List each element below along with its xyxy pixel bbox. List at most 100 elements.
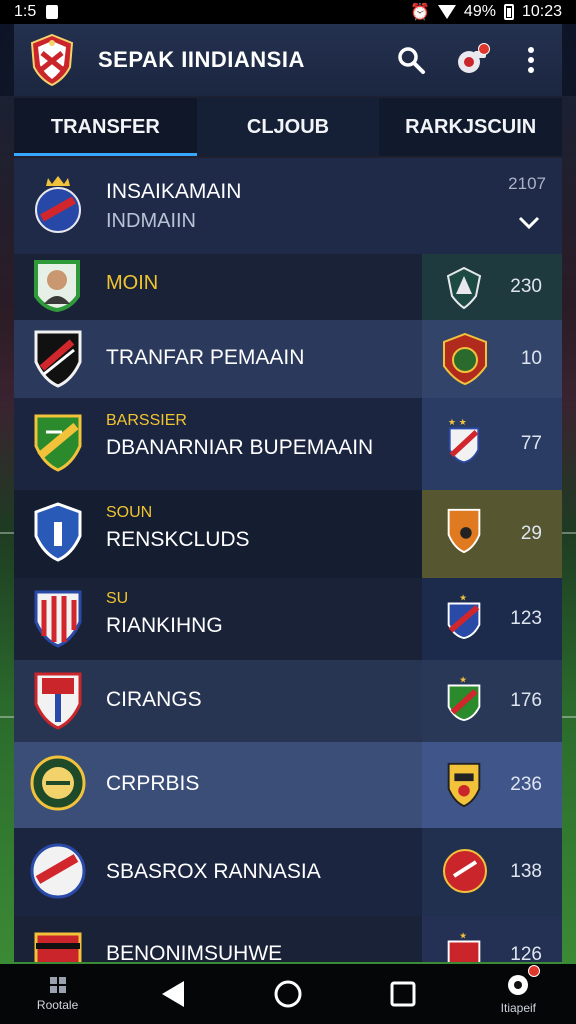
more-options-button[interactable] [514, 43, 548, 77]
item-value: 176 [510, 690, 542, 711]
svg-text:★ ★: ★ ★ [448, 418, 467, 428]
item-value: 230 [510, 276, 542, 297]
item-title: DBANARNIAR BUPEMAAIN [106, 436, 374, 459]
item-side: ★ 126 [422, 916, 562, 962]
search-icon [398, 47, 425, 74]
list-item[interactable]: SU RIANKIHNG ★ 123 [14, 578, 562, 660]
tab-bar: TRANSFER CLJOUB RARKJSCUIN [14, 98, 563, 156]
club-crest-icon [30, 843, 86, 899]
list-item[interactable]: CIRANGS ★ 176 [14, 660, 562, 742]
club-crest-icon [34, 502, 82, 562]
club-badge-icon [443, 849, 487, 893]
nav-home-grid-button[interactable]: Rootale [22, 976, 94, 1012]
club-badge-icon [447, 508, 481, 554]
item-label: SU [106, 590, 129, 607]
item-title: CRPRBIS [106, 772, 200, 795]
back-button[interactable] [137, 979, 209, 1009]
nav-notification-dot [528, 965, 541, 977]
home-button[interactable] [252, 979, 324, 1009]
tab-club[interactable]: CLJOUB [196, 98, 380, 156]
app-title: SEPAK IINDIANSIA [98, 47, 305, 72]
tab-ranking[interactable]: RARKJSCUIN [379, 98, 563, 156]
club-crest-icon [30, 755, 86, 811]
item-label: SOUN [106, 504, 153, 521]
item-value: 29 [520, 523, 542, 544]
app-logo-icon [30, 33, 74, 87]
chevron-down-icon[interactable] [518, 216, 540, 230]
club-badge-icon: ★ [447, 932, 481, 962]
list-item[interactable]: CRPRBIS 236 [14, 742, 562, 828]
recents-square-icon [390, 981, 416, 1007]
svg-text:★: ★ [459, 932, 467, 942]
recents-button[interactable] [367, 981, 439, 1007]
status-time: 1:5 [14, 3, 37, 20]
header-value: 2107 [508, 174, 546, 193]
item-value: 123 [510, 608, 542, 629]
club-badge-icon: ★ [447, 676, 481, 722]
item-side: 138 [422, 828, 562, 916]
app-bar: SEPAK IINDIANSIA [14, 24, 562, 96]
battery-icon [503, 4, 514, 20]
item-side: 230 [422, 254, 562, 320]
item-side: 10 [422, 320, 562, 398]
notification-dot [478, 43, 490, 55]
target-icon [508, 975, 529, 995]
item-side: ★ ★ 77 [422, 398, 562, 490]
item-title: RIANKIHNG [106, 614, 223, 637]
item-side: ★ 176 [422, 660, 562, 742]
header-subtitle: INDMAIIN [106, 210, 196, 232]
home-circle-icon [274, 980, 302, 1008]
wifi-icon [437, 5, 456, 19]
status-bar: 1:5 ⏰ 49% 10:23 [0, 0, 576, 24]
nav-right-caption: Itiapeif [500, 1001, 537, 1015]
item-label: MOIN [106, 272, 159, 294]
svg-text:★: ★ [459, 676, 467, 686]
item-value: 10 [520, 348, 542, 369]
item-title: CIRANGS [106, 688, 202, 711]
tab-transfer[interactable]: TRANSFER [14, 98, 197, 156]
alarm-icon: ⏰ [410, 4, 430, 21]
nav-profile-button[interactable]: Itiapeif [482, 965, 554, 1015]
list-item[interactable]: BENONIMSUHWE ★ 126 [14, 916, 562, 962]
list-item[interactable]: TRANFAR PEMAAIN 10 [14, 320, 562, 398]
back-triangle-icon [161, 981, 184, 1007]
search-button[interactable] [394, 43, 428, 77]
grid-icon [49, 977, 66, 993]
item-side: 29 [422, 490, 562, 578]
list-item[interactable]: SBASROX RANNASIA 138 [14, 828, 562, 916]
club-list: INSAIKAMAIN INDMAIIN 2107 MOIN 230 TRANF… [14, 158, 562, 962]
item-title: TRANFAR PEMAAIN [106, 346, 305, 369]
more-vertical-icon [528, 47, 534, 73]
club-badge-icon [443, 332, 487, 386]
notifications-button[interactable] [454, 43, 490, 77]
player-avatar-icon [34, 260, 80, 312]
battery-percent: 49% [463, 3, 496, 20]
club-badge-icon [447, 762, 481, 808]
status-clock: 10:23 [521, 3, 562, 20]
club-crest-icon [34, 414, 82, 472]
svg-text:★: ★ [459, 594, 467, 604]
nav-left-caption: Rootale [36, 998, 79, 1012]
item-value: 236 [510, 774, 542, 795]
item-value: 126 [510, 944, 542, 962]
item-value: 138 [510, 861, 542, 882]
header-title: INSAIKAMAIN [106, 180, 242, 203]
club-badge-icon: ★ [447, 594, 481, 640]
club-crest-icon [34, 590, 82, 648]
notification-icon [46, 5, 59, 19]
item-side: 236 [422, 742, 562, 828]
item-side: ★ 123 [422, 578, 562, 660]
item-label: BARSSIER [106, 412, 187, 429]
list-item[interactable]: SOUN RENSKCLUDS 29 [14, 490, 562, 578]
club-badge-icon [446, 266, 482, 310]
club-crest-icon [35, 176, 81, 233]
list-header-row[interactable]: INSAIKAMAIN INDMAIIN 2107 [14, 158, 562, 254]
club-badge-icon: ★ ★ [448, 418, 480, 464]
club-crest-icon [34, 932, 82, 962]
list-item[interactable]: MOIN 230 [14, 254, 562, 320]
list-item[interactable]: BARSSIER DBANARNIAR BUPEMAAIN ★ ★ 77 [14, 398, 562, 490]
item-value: 77 [520, 433, 542, 454]
club-crest-icon [34, 330, 82, 388]
item-title: BENONIMSUHWE [106, 942, 283, 962]
system-nav-bar: Rootale Itiapeif [0, 964, 576, 1024]
